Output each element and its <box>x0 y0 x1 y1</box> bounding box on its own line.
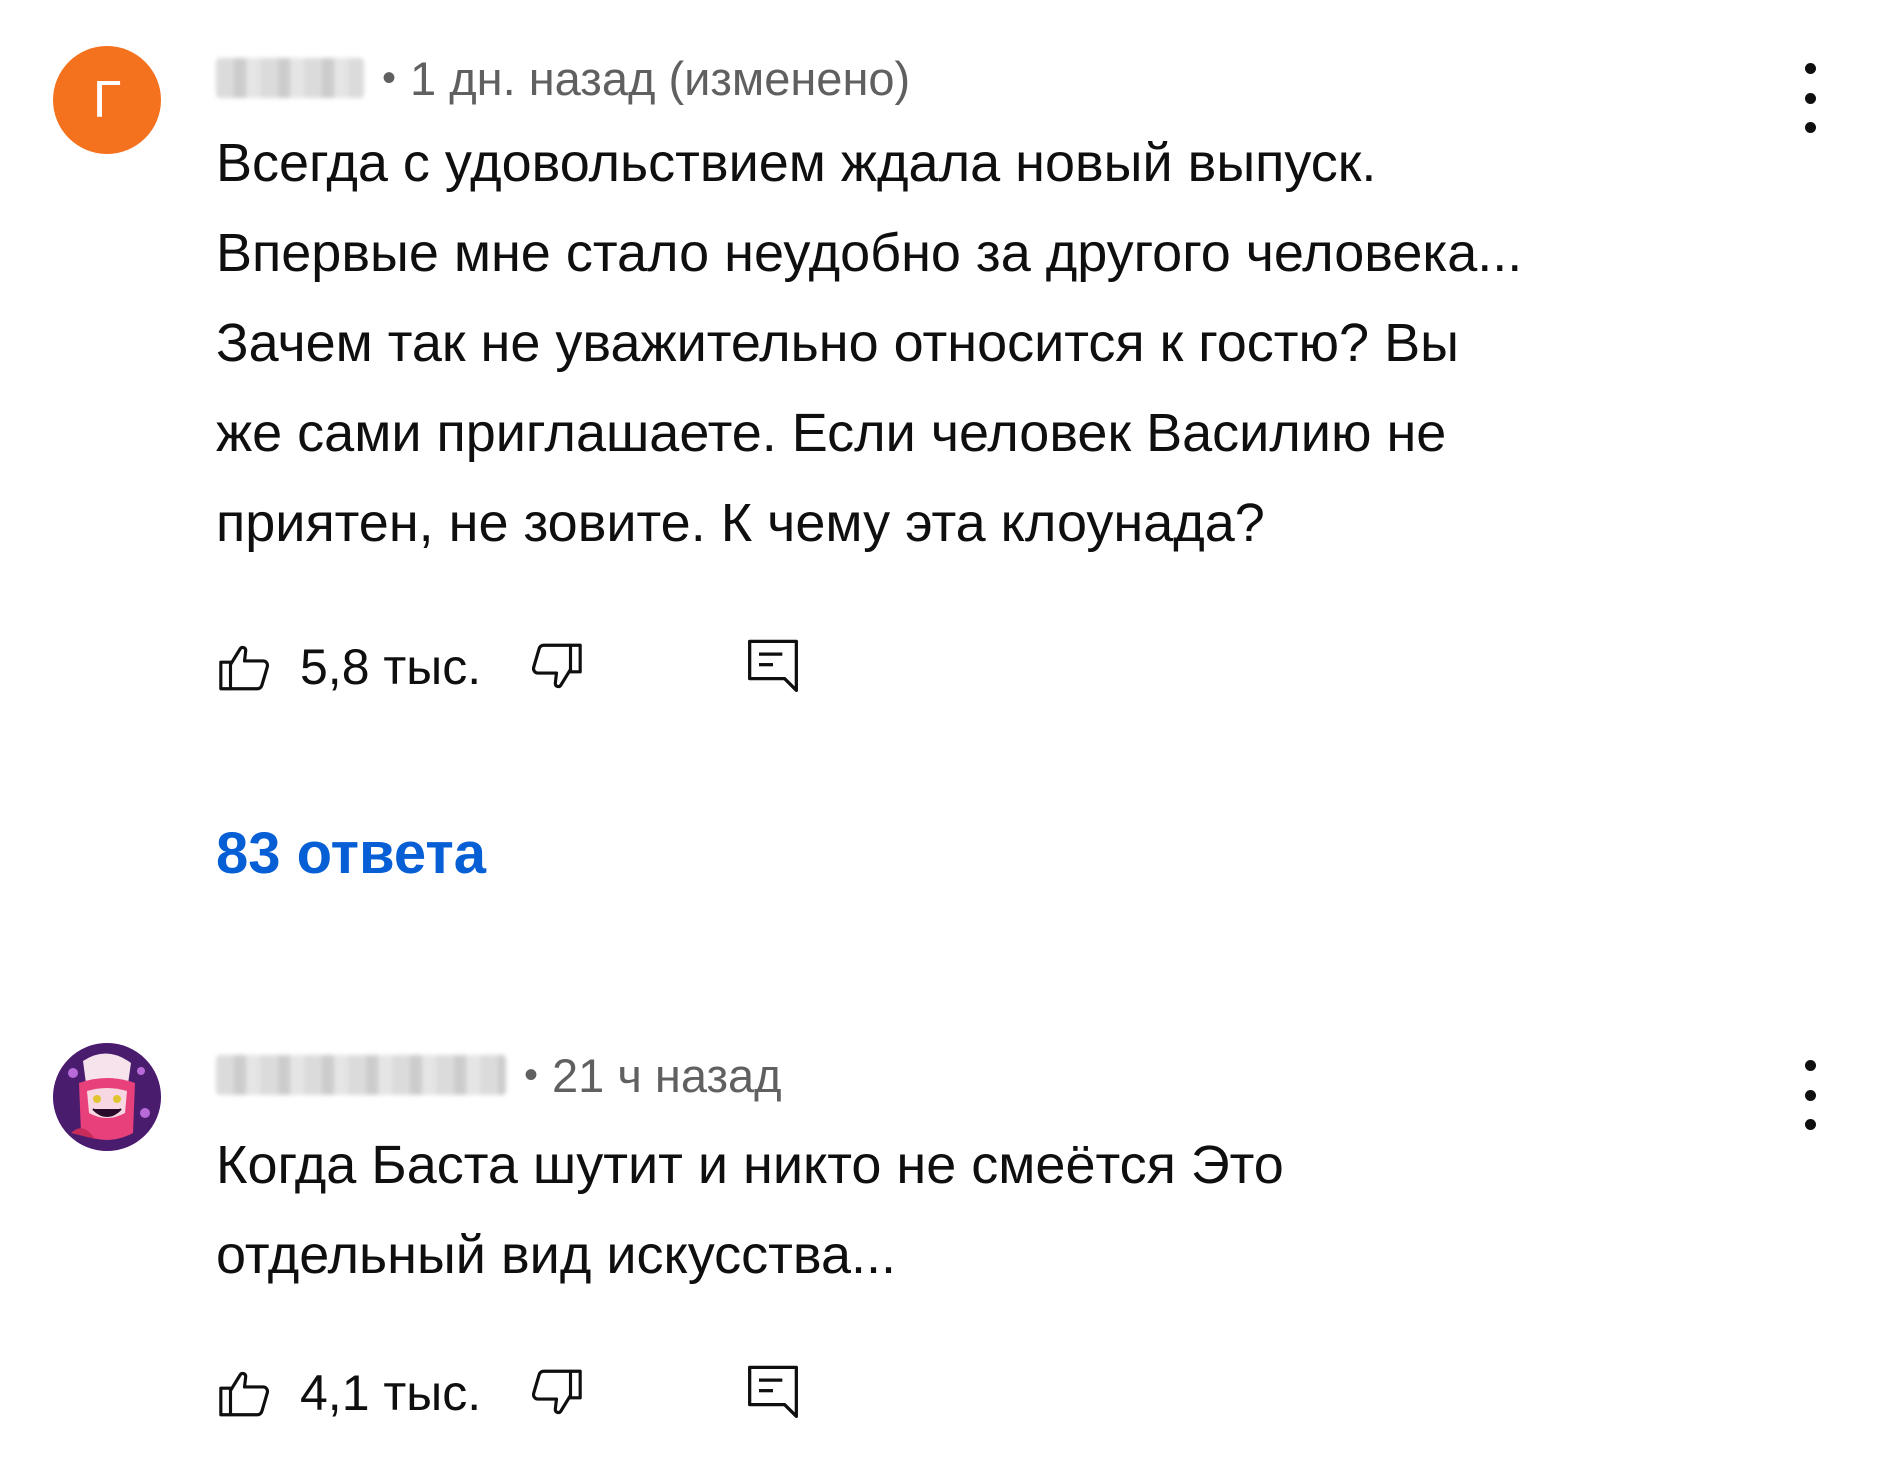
comment-text: Всегда с удовольствием ждала новый выпус… <box>216 118 1816 568</box>
comment-text-line: отдельный вид искусства... <box>216 1225 896 1285</box>
thumbs-up-icon <box>219 1371 270 1417</box>
dislike-button[interactable] <box>527 638 585 696</box>
cartoon-character-avatar[interactable] <box>53 1043 161 1151</box>
reply-comment-icon <box>748 639 799 692</box>
comment-timestamp[interactable]: 21 ч назад <box>552 1048 782 1103</box>
comment-text-line: приятен, не зовите. К чему эта клоунада? <box>216 493 1265 553</box>
thumbs-down-icon <box>532 1369 582 1415</box>
comment-actions: 5,8 тыс. <box>216 632 801 702</box>
reply-button[interactable] <box>745 1362 801 1424</box>
like-count: 5,8 тыс. <box>300 639 482 695</box>
comment-2: • 21 ч назад Когда Баста шутит и никто н… <box>0 1000 1900 1480</box>
like-button[interactable] <box>216 1364 274 1422</box>
comment-text: Когда Баста шутит и никто не смеётся Это… <box>216 1120 1816 1300</box>
comment-meta: • 21 ч назад <box>216 1045 782 1105</box>
view-replies-link[interactable]: 83 ответа <box>216 820 486 887</box>
comment-text-line: Когда Баста шутит и никто не смеётся Это <box>216 1135 1284 1195</box>
author-name-blurred[interactable] <box>216 1055 506 1095</box>
thumbs-up-icon <box>219 645 270 691</box>
like-button[interactable] <box>216 638 274 696</box>
like-count: 4,1 тыс. <box>300 1365 482 1421</box>
reply-button[interactable] <box>745 636 801 698</box>
avatar-letter: Г <box>92 71 122 129</box>
meta-separator: • <box>524 1052 539 1097</box>
meta-separator: • <box>382 55 397 100</box>
comment-meta: • 1 дн. назад (изменено) <box>216 48 910 108</box>
author-avatar[interactable]: Г <box>53 46 161 154</box>
comment-1: Г • 1 дн. назад (изменено) Всегда с удов… <box>0 0 1900 930</box>
thumbs-down-icon <box>532 643 582 689</box>
comment-text-line: же сами приглашаете. Если человек Васили… <box>216 403 1447 463</box>
dislike-button[interactable] <box>527 1364 585 1422</box>
comment-actions: 4,1 тыс. <box>216 1358 801 1428</box>
comment-timestamp[interactable]: 1 дн. назад (изменено) <box>410 51 910 106</box>
author-name-blurred[interactable] <box>216 58 364 98</box>
reply-comment-icon <box>748 1365 799 1418</box>
comment-text-line: Впервые мне стало неудобно за другого че… <box>216 223 1523 283</box>
avatar-image <box>53 1043 161 1151</box>
comment-text-line: Всегда с удовольствием ждала новый выпус… <box>216 133 1377 193</box>
comment-text-line: Зачем так не уважительно относится к гос… <box>216 313 1459 373</box>
